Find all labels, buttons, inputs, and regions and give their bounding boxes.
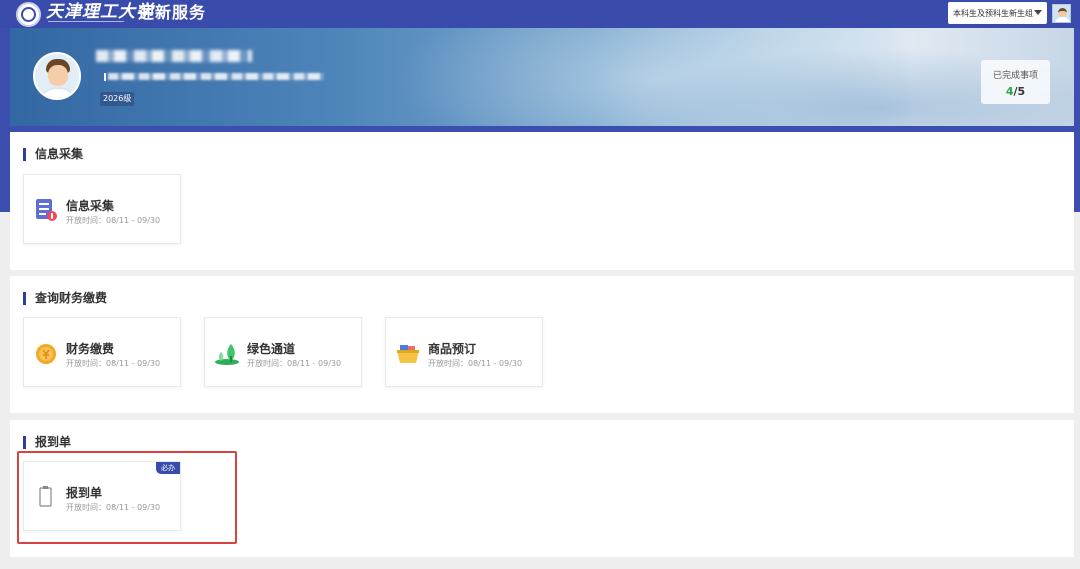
user-avatar-button[interactable]	[1052, 4, 1071, 23]
card-open-time: 开放时间：08/11 - 09/30	[66, 216, 161, 225]
section-info-collection: 信息采集 信息采集 开放时间：08/11 - 09/30	[10, 132, 1074, 270]
basket-icon	[397, 345, 419, 363]
section-title: 信息采集	[35, 147, 84, 161]
info-divider	[104, 73, 106, 81]
section-registration: 报到单 必办 报到单 开放时间：08/11 - 09/30	[10, 420, 1074, 557]
card-title: 报到单	[66, 486, 103, 500]
card-title: 绿色通道	[247, 342, 296, 356]
caret-down-icon	[1034, 10, 1042, 15]
card-title: 信息采集	[66, 199, 115, 213]
progress-label: 已完成事项	[992, 71, 1038, 81]
student-avatar	[33, 52, 81, 100]
card-info-collection[interactable]: 信息采集 开放时间：08/11 - 09/30	[23, 174, 181, 244]
app-title: 迎新服务	[138, 3, 207, 22]
tree-icon	[215, 344, 239, 365]
section-accent-bar	[23, 148, 26, 161]
progress-value: 4/5	[981, 85, 1050, 98]
grade-tag: 2026级	[100, 92, 135, 106]
required-badge: 必办	[156, 462, 180, 474]
card-title: 财务缴费	[66, 342, 115, 356]
form-icon	[36, 199, 57, 221]
section-title: 查询财务缴费	[35, 291, 108, 305]
card-open-time: 开放时间：08/11 - 09/30	[66, 503, 161, 512]
section-accent-bar	[23, 292, 26, 305]
redacted-student-name	[96, 50, 252, 62]
card-registration-form[interactable]: 必办 报到单 开放时间：08/11 - 09/30	[23, 461, 181, 531]
coin-icon	[36, 344, 56, 364]
card-open-time: 开放时间：08/11 - 09/30	[66, 359, 161, 368]
profile-banner: 2026级 已完成事项 4/5	[10, 28, 1074, 126]
card-title: 商品预订	[428, 342, 477, 356]
card-product-order[interactable]: 商品预订 开放时间：08/11 - 09/30	[385, 317, 543, 387]
card-green-channel[interactable]: 绿色通道 开放时间：08/11 - 09/30	[204, 317, 362, 387]
progress-total: 5	[1017, 85, 1026, 98]
section-header: 报到单	[23, 436, 71, 449]
top-navbar: 天津理工大学 迎新服务 本科生及预科生新生组	[0, 0, 1080, 28]
section-finance: 查询财务缴费 财务缴费 开放时间：08/11 - 09/30 绿色通道 开放时间…	[10, 276, 1074, 413]
section-accent-bar	[23, 436, 26, 449]
logo-underline	[48, 21, 124, 24]
section-header: 信息采集	[23, 148, 83, 161]
card-open-time: 开放时间：08/11 - 09/30	[428, 359, 523, 368]
section-title: 报到单	[35, 435, 72, 449]
card-open-time: 开放时间：08/11 - 09/30	[247, 359, 342, 368]
card-finance-payment[interactable]: 财务缴费 开放时间：08/11 - 09/30	[23, 317, 181, 387]
redacted-student-info	[108, 73, 324, 80]
role-select-value: 本科生及预科生新生组	[953, 8, 1033, 18]
clipboard-icon	[39, 486, 52, 507]
section-header: 查询财务缴费	[23, 292, 107, 305]
university-seal-icon	[16, 2, 41, 27]
progress-card: 已完成事项 4/5	[981, 60, 1050, 104]
role-select[interactable]: 本科生及预科生新生组	[948, 2, 1047, 24]
bottom-strip	[10, 557, 1074, 569]
